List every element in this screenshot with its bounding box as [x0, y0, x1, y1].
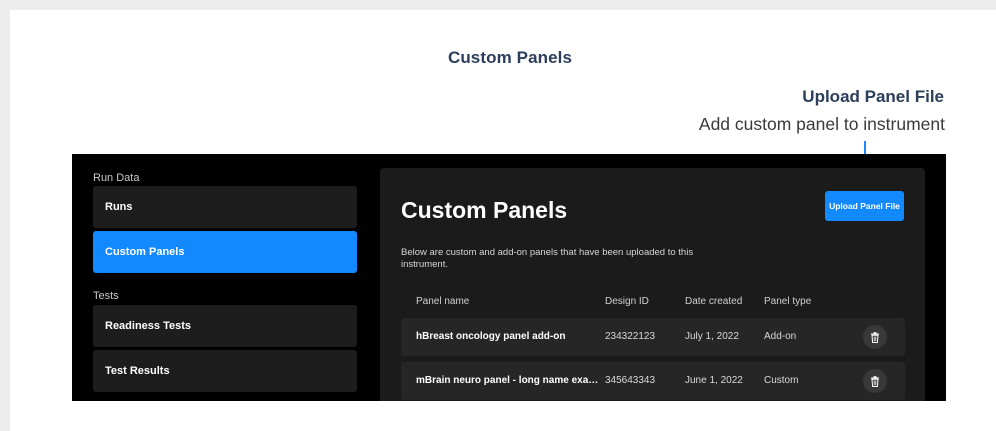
sidebar-section-tests: Tests — [93, 290, 119, 302]
sidebar-item-test-results[interactable]: Test Results — [93, 350, 357, 392]
table-row[interactable]: hBreast oncology panel add-on 234322123 … — [401, 318, 905, 356]
date-created-cell: July 1, 2022 — [685, 331, 739, 342]
trash-icon — [871, 331, 879, 343]
left-border — [0, 10, 10, 431]
trash-icon — [871, 375, 879, 387]
panel-name-cell: mBrain neuro panel - long name exampl... — [416, 375, 604, 386]
document-title: Custom Panels — [447, 48, 573, 67]
main-panel: Custom Panels Upload Panel File Below ar… — [380, 168, 925, 401]
design-id-cell: 345643343 — [605, 375, 656, 386]
callout-title: Upload Panel File — [802, 87, 944, 106]
panel-name-cell: hBreast oncology panel add-on — [416, 331, 566, 342]
page-title: Custom Panels — [401, 197, 568, 223]
panel-type-cell: Add-on — [764, 331, 797, 342]
sidebar-item-readiness-tests[interactable]: Readiness Tests — [93, 305, 357, 347]
callout-description: Add custom panel to instrument — [698, 114, 945, 134]
panel-type-cell: Custom — [764, 375, 799, 386]
delete-panel-button[interactable] — [863, 369, 887, 393]
column-header-date-created: Date created — [685, 296, 743, 307]
column-header-design-id: Design ID — [605, 296, 649, 307]
app-window: Run Data Runs Custom Panels Tests Readin… — [72, 154, 946, 401]
sidebar-item-runs[interactable]: Runs — [93, 186, 357, 228]
delete-panel-button[interactable] — [863, 325, 887, 349]
upload-panel-file-button[interactable]: Upload Panel File — [825, 191, 904, 221]
column-header-panel-name: Panel name — [416, 296, 470, 307]
table-header: Panel name Design ID Date created Panel … — [401, 296, 905, 316]
date-created-cell: June 1, 2022 — [685, 375, 743, 386]
sidebar-section-run-data: Run Data — [93, 172, 140, 184]
sidebar-item-custom-panels[interactable]: Custom Panels — [93, 231, 357, 273]
table-row[interactable]: mBrain neuro panel - long name exampl...… — [401, 362, 905, 400]
top-border — [0, 0, 996, 10]
page-description: Below are custom and add-on panels that … — [401, 247, 694, 270]
column-header-panel-type: Panel type — [764, 296, 812, 307]
design-id-cell: 234322123 — [605, 331, 656, 342]
